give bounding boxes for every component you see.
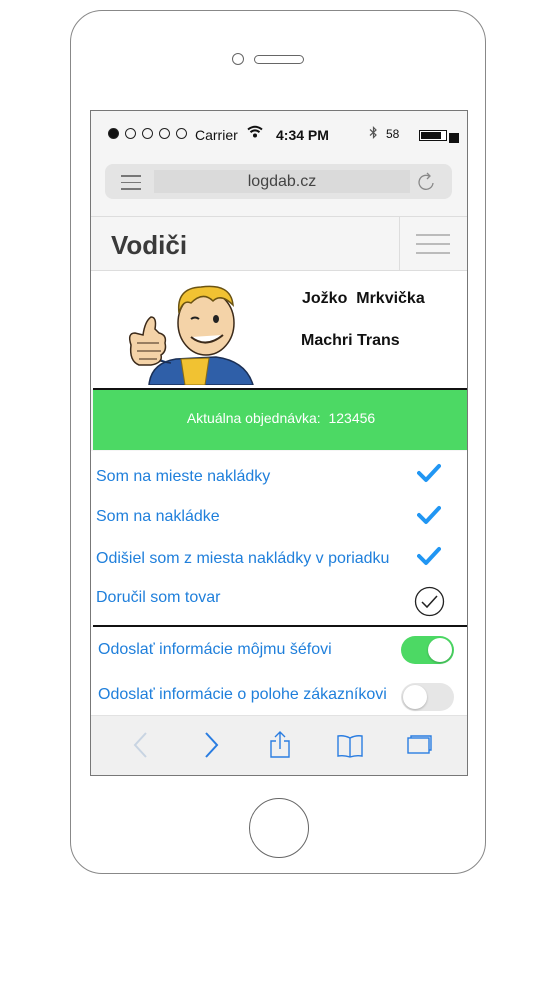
bookmarks-icon[interactable]: [336, 730, 364, 765]
signal-dot: [108, 128, 119, 139]
checkmark-icon[interactable]: [417, 463, 441, 488]
back-icon[interactable]: [131, 730, 151, 765]
bluetooth-icon: [369, 126, 378, 142]
browser-toolbar: [91, 715, 467, 775]
list-icon[interactable]: [121, 175, 141, 195]
hamburger-icon[interactable]: [399, 217, 467, 270]
signal-dot: [159, 128, 170, 139]
setting-label: Odoslať informácie môjmu šéfovi: [98, 641, 332, 658]
checkmark-icon[interactable]: [417, 505, 441, 530]
battery-percent: 58: [386, 127, 400, 141]
task-label[interactable]: Som na nakládke: [96, 508, 220, 526]
share-icon[interactable]: [268, 730, 292, 765]
forward-icon[interactable]: [201, 730, 221, 765]
page-title: Vodiči: [111, 230, 188, 260]
battery-tip: [449, 133, 459, 143]
check-circle-icon[interactable]: [414, 586, 445, 622]
wifi-icon: [247, 125, 263, 141]
earpiece-speaker: [254, 55, 304, 64]
clock: 4:34 PM: [276, 127, 329, 143]
signal-dot: [176, 128, 187, 139]
share-location-toggle[interactable]: [401, 683, 454, 711]
home-button[interactable]: [249, 798, 309, 858]
browser-url-bar[interactable]: logdab.cz: [105, 164, 452, 199]
reload-icon[interactable]: [417, 171, 437, 198]
task-label[interactable]: Doručil som tovar: [96, 589, 220, 607]
avatar: [121, 283, 256, 385]
carrier-label: Carrier: [195, 127, 238, 143]
status-bar: Carrier 4:34 PM 58: [91, 111, 467, 159]
toggle-knob: [428, 638, 452, 662]
url-field[interactable]: logdab.cz: [154, 170, 410, 193]
task-list: Som na mieste nakládky Som na nakládke O…: [91, 451, 467, 626]
driver-name: Jožko Mrkvička: [302, 290, 425, 307]
company-name: Machri Trans: [301, 332, 400, 349]
settings-section: Odoslať informácie môjmu šéfovi Odoslať …: [91, 627, 467, 715]
app-header: Vodiči: [91, 216, 467, 271]
notify-boss-toggle[interactable]: [401, 636, 454, 664]
toggle-knob: [403, 685, 427, 709]
task-label[interactable]: Odišiel som z miesta nakládky v poriadku: [96, 550, 389, 568]
setting-label: Odoslať informácie o polohe zákazníkovi: [98, 686, 387, 703]
current-order-banner: Aktuálna objednávka: 123456: [93, 390, 467, 450]
phone-screen: Carrier 4:34 PM 58 logdab.cz Vodiči Jožk…: [90, 110, 468, 776]
task-label[interactable]: Som na mieste nakládky: [96, 468, 270, 486]
signal-dot: [142, 128, 153, 139]
front-camera: [232, 53, 244, 65]
tabs-icon[interactable]: [405, 730, 433, 765]
battery-icon: [419, 130, 447, 141]
checkmark-icon[interactable]: [417, 546, 441, 571]
battery-level-fill: [421, 132, 441, 139]
signal-dot: [125, 128, 136, 139]
driver-profile: Jožko Mrkvička Machri Trans: [91, 271, 467, 389]
